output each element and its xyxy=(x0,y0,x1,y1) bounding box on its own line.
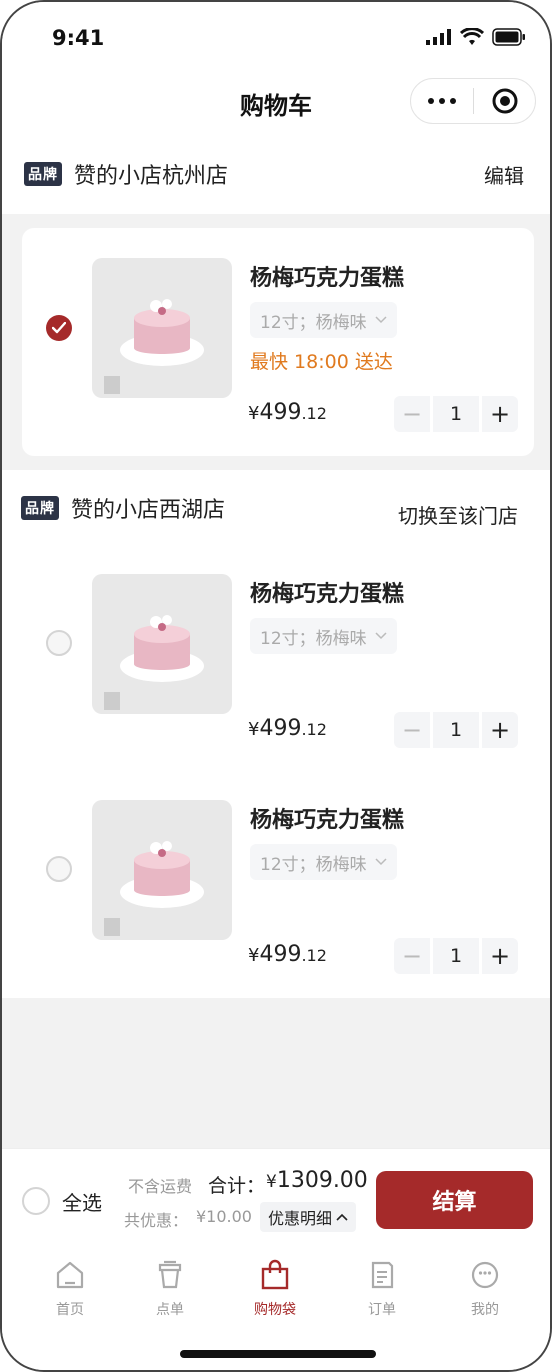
brand-tag: 品牌 xyxy=(24,162,62,186)
increase-button[interactable]: + xyxy=(482,938,518,974)
cart-item: 杨梅巧克力蛋糕 12寸；杨梅味 ¥499.12 − 1 + xyxy=(2,566,550,792)
chevron-down-icon xyxy=(375,858,387,866)
product-name[interactable]: 杨梅巧克力蛋糕 xyxy=(250,576,404,608)
tab-order-menu[interactable]: 点单 xyxy=(130,1259,210,1319)
signal-icon xyxy=(426,29,451,45)
header-area: 9:41 购物车 品牌 赞的小店杭州店 编辑 xyxy=(2,2,550,214)
delivery-eta: 最快 18:00 送达 xyxy=(250,351,393,373)
status-icons xyxy=(426,28,526,46)
total-amount: ¥1309.00 xyxy=(266,1168,368,1193)
home-indicator xyxy=(180,1350,376,1358)
brand-tag: 品牌 xyxy=(21,496,59,520)
select-all-checkbox[interactable] xyxy=(22,1187,50,1215)
product-image[interactable] xyxy=(92,258,232,398)
product-image[interactable] xyxy=(92,800,232,940)
cake-image xyxy=(104,615,204,710)
store-header-xihu: 品牌 赞的小店西湖店 切换至该门店 xyxy=(2,492,550,536)
spec-selector[interactable]: 12寸；杨梅味 xyxy=(250,844,397,880)
edit-button[interactable]: 编辑 xyxy=(484,160,524,189)
item-checkbox[interactable] xyxy=(46,856,72,882)
miniprogram-capsule xyxy=(410,78,536,124)
quantity-value[interactable]: 1 xyxy=(433,396,479,432)
quantity-value[interactable]: 1 xyxy=(433,938,479,974)
product-price: ¥499.12 xyxy=(248,716,327,741)
product-name[interactable]: 杨梅巧克力蛋糕 xyxy=(250,802,404,834)
profile-icon xyxy=(471,1261,499,1289)
cup-icon xyxy=(158,1260,182,1289)
select-all-label[interactable]: 全选 xyxy=(62,1187,102,1216)
product-name[interactable]: 杨梅巧克力蛋糕 xyxy=(250,260,404,292)
bag-icon xyxy=(261,1259,289,1290)
store-name: 赞的小店西湖店 xyxy=(71,498,226,523)
spec-selector[interactable]: 12寸；杨梅味 xyxy=(250,302,397,338)
checkout-bar: 全选 不含运费 合计： ¥1309.00 共优惠： ¥10.00 优惠明细 结算… xyxy=(2,1148,550,1370)
total-label: 合计： xyxy=(208,1175,266,1197)
cake-image xyxy=(104,841,204,936)
battery-icon xyxy=(492,28,525,46)
more-button[interactable] xyxy=(411,98,473,104)
discount-detail-button[interactable]: 优惠明细 xyxy=(260,1202,357,1232)
switch-store-button[interactable]: 切换至该门店 xyxy=(398,500,518,529)
phone-frame: 9:41 购物车 品牌 赞的小店杭州店 编辑 杨梅巧克力蛋糕 12寸；杨梅味 最… xyxy=(0,0,552,1372)
shipping-note: 不含运费 xyxy=(128,1177,193,1196)
wifi-icon xyxy=(460,28,484,45)
close-miniprogram-button[interactable] xyxy=(474,87,535,115)
decrease-button[interactable]: − xyxy=(394,396,430,432)
store-name: 赞的小店杭州店 xyxy=(74,164,229,189)
discount-label: 共优惠： xyxy=(124,1211,189,1230)
store-header-hangzhou: 品牌 赞的小店杭州店 编辑 xyxy=(2,158,550,202)
item-checkbox[interactable] xyxy=(46,630,72,656)
spec-text: 12寸；杨梅味 xyxy=(260,628,367,649)
quantity-stepper: − 1 + xyxy=(394,396,518,432)
checkout-button[interactable]: 结算 xyxy=(376,1171,533,1229)
spec-selector[interactable]: 12寸；杨梅味 xyxy=(250,618,397,654)
cart-item: 杨梅巧克力蛋糕 12寸；杨梅味 ¥499.12 − 1 + xyxy=(2,792,550,1018)
product-price: ¥499.12 xyxy=(248,942,327,967)
check-icon xyxy=(52,322,66,334)
tab-bag[interactable]: 购物袋 xyxy=(235,1259,315,1319)
tab-orders[interactable]: 订单 xyxy=(342,1259,422,1319)
spec-text: 12寸；杨梅味 xyxy=(260,854,367,875)
tab-profile[interactable]: 我的 xyxy=(445,1259,525,1319)
decrease-button[interactable]: − xyxy=(394,938,430,974)
discount-amount: ¥10.00 xyxy=(196,1207,252,1226)
spec-text: 12寸；杨梅味 xyxy=(260,312,367,333)
quantity-stepper: − 1 + xyxy=(394,712,518,748)
product-price: ¥499.12 xyxy=(248,400,327,425)
quantity-value[interactable]: 1 xyxy=(433,712,479,748)
tab-home[interactable]: 首页 xyxy=(30,1259,110,1319)
increase-button[interactable]: + xyxy=(482,396,518,432)
order-icon xyxy=(371,1261,394,1289)
cart-item-card: 杨梅巧克力蛋糕 12寸；杨梅味 最快 18:00 送达 ¥499.12 − 1 … xyxy=(22,228,534,456)
tab-bar: 首页 点单 购物袋 订单 我的 xyxy=(2,1249,550,1329)
status-time: 9:41 xyxy=(52,26,105,50)
item-checkbox[interactable] xyxy=(46,315,72,341)
chevron-down-icon xyxy=(375,632,387,640)
cake-image xyxy=(104,299,204,394)
increase-button[interactable]: + xyxy=(482,712,518,748)
chevron-up-icon xyxy=(336,1213,348,1221)
home-icon xyxy=(56,1261,84,1289)
decrease-button[interactable]: − xyxy=(394,712,430,748)
target-icon xyxy=(492,88,517,114)
quantity-stepper: − 1 + xyxy=(394,938,518,974)
chevron-down-icon xyxy=(375,316,387,324)
store-section-xihu: 品牌 赞的小店西湖店 切换至该门店 杨梅巧克力蛋糕 12寸；杨梅味 ¥499.1… xyxy=(2,470,550,998)
product-image[interactable] xyxy=(92,574,232,714)
status-bar: 9:41 xyxy=(2,2,550,72)
